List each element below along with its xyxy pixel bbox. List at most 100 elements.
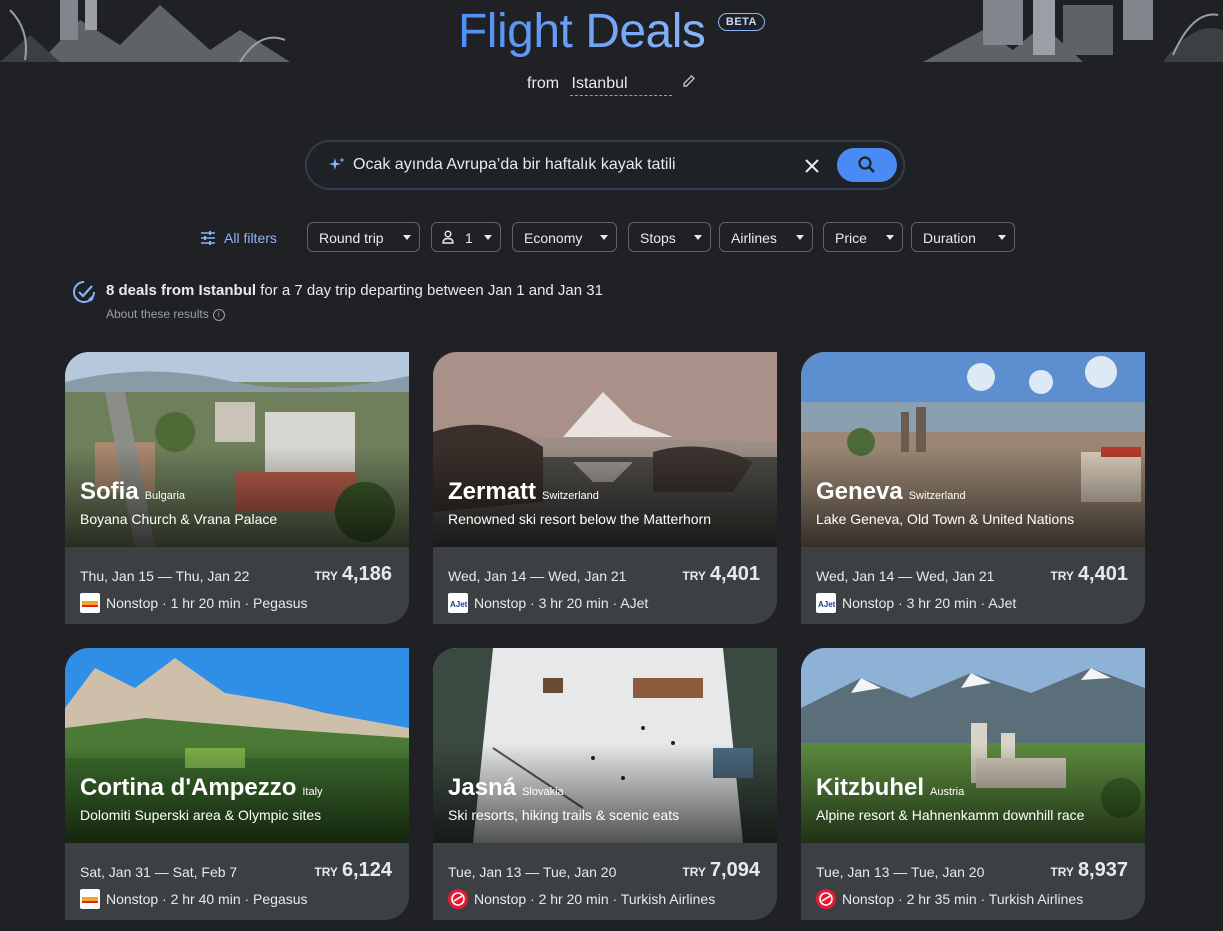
brand-header: Flight Deals BETA <box>0 4 1223 59</box>
page-title: Flight Deals <box>457 5 706 58</box>
country-label: Switzerland <box>542 490 599 502</box>
pegasus-logo-icon <box>80 593 100 613</box>
price-amount: 4,186 <box>341 563 392 585</box>
search-input[interactable]: Ocak ayında Avrupa’da bir haftalık kayak… <box>353 156 676 174</box>
origin-field[interactable]: Istanbul <box>569 75 672 96</box>
trip-dates: Sat, Jan 31 — Sat, Feb 7 <box>80 864 238 880</box>
price-label: Price <box>835 230 867 246</box>
city-label: Cortina d'Ampezzo <box>80 774 297 801</box>
summary-text: 8 deals from Istanbul for a 7 day trip d… <box>106 282 603 299</box>
city-name: Jasná Slovakia <box>448 774 564 802</box>
price-amount: 4,401 <box>709 563 760 585</box>
currency: TRY <box>682 865 706 879</box>
flight-details: Nonstop · 2 hr 40 min · Pegasus <box>106 891 308 907</box>
verified-check-icon <box>73 281 95 303</box>
flight-details: Nonstop · 2 hr 20 min · Turkish Airlines <box>474 891 716 907</box>
person-icon <box>442 230 454 247</box>
deal-card-cortina[interactable]: Cortina d'Ampezzo Italy Dolomiti Superski… <box>65 648 409 920</box>
city-name: Kitzbuhel Austria <box>816 774 964 802</box>
info-icon: i <box>212 308 225 321</box>
trip-dates: Tue, Jan 13 — Tue, Jan 20 <box>816 864 985 880</box>
city-label: Geneva <box>816 478 903 505</box>
flight-info: Nonstop · 1 hr 20 min · Pegasus <box>80 593 308 613</box>
deal-price: TRY 4,186 <box>314 563 392 586</box>
about-results-label: About these results <box>106 307 209 321</box>
city-tagline: Alpine resort & Hahnenkamm downhill race <box>816 807 1085 823</box>
country-label: Austria <box>930 786 965 798</box>
ajet-logo-icon: AJet <box>448 593 468 613</box>
city-label: Sofia <box>80 478 139 505</box>
city-name: Zermatt Switzerland <box>448 478 599 506</box>
trip-dates: Wed, Jan 14 — Wed, Jan 21 <box>448 568 627 584</box>
deal-card-kitzbuhel[interactable]: Kitzbuhel Austria Alpine resort & Hahnenk… <box>801 648 1145 920</box>
flight-info: AJet Nonstop · 3 hr 20 min · AJet <box>448 593 648 613</box>
close-icon <box>805 159 819 173</box>
cabin-class-select[interactable]: Economy <box>512 222 617 252</box>
all-filters-button[interactable]: All filters <box>197 222 293 254</box>
beta-badge: BETA <box>717 12 766 31</box>
price-amount: 8,937 <box>1077 859 1128 881</box>
about-results-link[interactable]: About these results i <box>106 307 225 321</box>
flight-details: Nonstop · 3 hr 20 min · AJet <box>474 595 649 611</box>
deal-price: TRY 6,124 <box>314 859 392 882</box>
country-label: Switzerland <box>908 490 966 502</box>
city-label: Zermatt <box>448 478 537 505</box>
dropdown-arrow-icon <box>403 235 411 240</box>
country-label: Slovakia <box>522 786 564 798</box>
deal-card-zermatt[interactable]: Zermatt Switzerland Renowned ski resort b… <box>433 352 777 624</box>
passengers-select[interactable]: 1 <box>431 222 501 252</box>
currency: TRY <box>1050 569 1074 583</box>
dropdown-arrow-icon <box>600 235 608 240</box>
from-label: from <box>527 74 560 92</box>
price-amount: 6,124 <box>341 859 392 881</box>
svg-text:AJet: AJet <box>450 600 468 609</box>
deal-card-geneva[interactable]: Geneva Switzerland Lake Geneva, Old Town … <box>801 352 1145 624</box>
deal-price: TRY 4,401 <box>1050 563 1128 586</box>
tune-icon <box>201 231 215 245</box>
city-tagline: Dolomiti Superski area & Olympic sites <box>80 807 322 823</box>
edit-pencil-icon[interactable] <box>682 74 696 93</box>
clear-search-button[interactable] <box>800 154 824 178</box>
airlines-filter[interactable]: Airlines <box>719 222 813 252</box>
airlines-label: Airlines <box>731 230 777 246</box>
search-button[interactable] <box>837 148 897 182</box>
city-tagline: Boyana Church & Vrana Palace <box>80 511 278 527</box>
country-label: Italy <box>302 786 323 798</box>
city-tagline: Lake Geneva, Old Town & United Nations <box>816 511 1075 527</box>
city-label: Jasná <box>448 774 517 801</box>
pegasus-logo-icon <box>80 889 100 909</box>
deal-price: TRY 8,937 <box>1050 859 1128 882</box>
currency: TRY <box>314 865 338 879</box>
dropdown-arrow-icon <box>694 235 702 240</box>
flight-details: Nonstop · 1 hr 20 min · Pegasus <box>106 595 308 611</box>
duration-filter[interactable]: Duration <box>911 222 1015 252</box>
deal-price: TRY 7,094 <box>682 859 760 882</box>
turkish-airlines-logo-icon <box>448 889 468 909</box>
flight-info: AJet Nonstop · 3 hr 20 min · AJet <box>816 593 1016 613</box>
currency: TRY <box>1050 865 1074 879</box>
currency: TRY <box>314 569 338 583</box>
dropdown-arrow-icon <box>998 235 1006 240</box>
origin-row: from Istanbul <box>0 74 1223 96</box>
city-name: Sofia Bulgaria <box>80 478 185 506</box>
trip-type-select[interactable]: Round trip <box>307 222 420 252</box>
passenger-count: 1 <box>465 230 473 246</box>
country-label: Bulgaria <box>144 490 186 502</box>
flight-info: Nonstop · 2 hr 40 min · Pegasus <box>80 889 308 909</box>
price-filter[interactable]: Price <box>823 222 903 252</box>
turkish-airlines-logo-icon <box>816 889 836 909</box>
cabin-class-label: Economy <box>524 230 583 246</box>
city-name: Cortina d'Ampezzo Italy <box>80 774 323 802</box>
search-box[interactable]: Ocak ayında Avrupa’da bir haftalık kayak… <box>305 140 905 190</box>
trip-dates: Tue, Jan 13 — Tue, Jan 20 <box>448 864 617 880</box>
flight-info: Nonstop · 2 hr 35 min · Turkish Airlines <box>816 889 1083 909</box>
deal-card-sofia[interactable]: Sofia Bulgaria Boyana Church & Vrana Pala… <box>65 352 409 624</box>
trip-dates: Wed, Jan 14 — Wed, Jan 21 <box>816 568 995 584</box>
stops-filter[interactable]: Stops <box>628 222 711 252</box>
all-filters-label: All filters <box>224 230 277 246</box>
dropdown-arrow-icon <box>796 235 804 240</box>
ajet-logo-icon: AJet <box>816 593 836 613</box>
flight-details: Nonstop · 3 hr 20 min · AJet <box>842 595 1017 611</box>
deal-card-jasna[interactable]: Jasná Slovakia Ski resorts, hiking trails… <box>433 648 777 920</box>
trip-type-label: Round trip <box>319 230 384 246</box>
